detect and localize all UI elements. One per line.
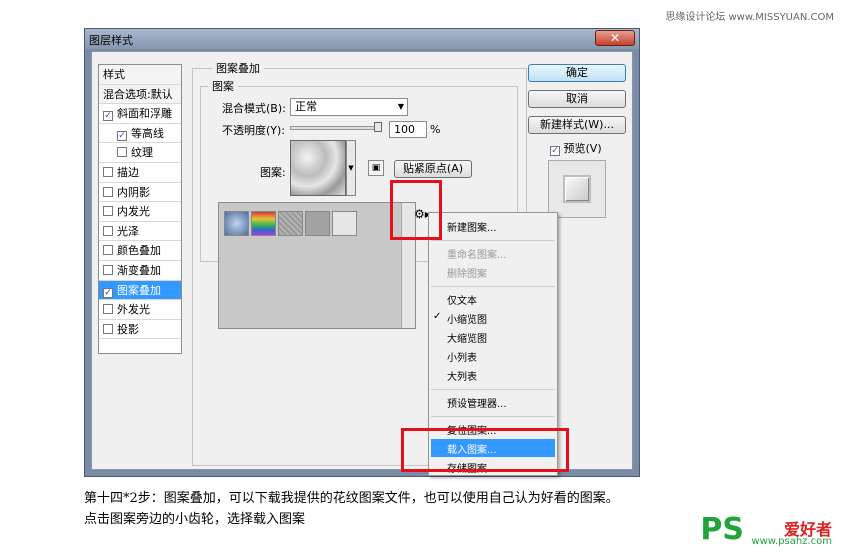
menu-item[interactable]: 大列表 <box>447 368 477 383</box>
style-item[interactable]: 渐变叠加 <box>99 261 181 281</box>
checkbox-checked-icon[interactable]: ✓ <box>103 111 113 122</box>
styles-list: 样式 混合选项:默认 ✓ 斜面和浮雕 ✓ 等高线纹理描边内阴影内发光光泽颜色叠加渐变叠… <box>98 64 182 354</box>
preview-checkbox[interactable]: ✓ 预览(V) <box>550 140 602 156</box>
style-item[interactable]: 外发光 <box>99 300 181 320</box>
checkbox-icon[interactable] <box>103 186 113 197</box>
blend-mode-select[interactable]: 正常 ▼ <box>290 98 408 116</box>
close-button[interactable]: ✕ <box>595 30 635 46</box>
chevron-down-icon: ▼ <box>397 102 404 111</box>
style-item[interactable]: 光泽 <box>99 222 181 242</box>
checkbox-icon[interactable] <box>103 166 113 177</box>
style-item-label: 颜色叠加 <box>117 244 161 258</box>
style-item[interactable]: 内阴影 <box>99 183 181 203</box>
pattern-swatch[interactable] <box>290 140 346 196</box>
style-item[interactable]: ✓ 斜面和浮雕 <box>99 104 181 124</box>
preview-shape <box>563 175 591 203</box>
opacity-input[interactable]: 100 <box>389 121 427 138</box>
style-item-label: 斜面和浮雕 <box>117 107 172 121</box>
menu-separator <box>431 286 555 287</box>
style-item[interactable]: 内发光 <box>99 202 181 222</box>
checkbox-icon[interactable] <box>103 304 113 315</box>
checkbox-icon[interactable] <box>103 206 113 217</box>
style-item[interactable]: 颜色叠加 <box>99 241 181 261</box>
style-item-label: 内发光 <box>117 205 150 219</box>
menu-item: 重命名图案... <box>447 250 507 261</box>
menu-item[interactable]: 新建图案... <box>447 219 497 234</box>
logo-ps: PS <box>700 512 744 547</box>
pattern-thumb-bubbles[interactable] <box>224 211 249 236</box>
pattern-thumb-texture[interactable] <box>278 211 303 236</box>
pattern-dropdown-button[interactable]: ▼ <box>346 140 356 196</box>
menu-item[interactable]: 小缩览图 <box>447 311 487 326</box>
pattern-label: 图案: <box>260 166 286 179</box>
caption-line-1: 第十四*2步：图案叠加，可以下载我提供的花纹图案文件，也可以使用自己认为好看的图… <box>84 491 619 506</box>
pattern-subgroup-title: 图案 <box>208 78 238 94</box>
style-item[interactable]: 纹理 <box>99 143 181 163</box>
style-item[interactable]: 描边 <box>99 163 181 183</box>
menu-separator <box>431 416 555 417</box>
site-logo: PS 爱好者 www.psahz.com <box>700 512 836 552</box>
preview-thumbnail <box>548 160 606 218</box>
checkbox-icon[interactable] <box>117 147 127 158</box>
opacity-label: 不透明度(Y): <box>222 124 286 137</box>
opacity-slider-thumb[interactable] <box>374 122 382 132</box>
style-item-label: 等高线 <box>131 126 164 140</box>
logo-url: www.psahz.com <box>751 536 832 547</box>
style-item-label: 内阴影 <box>117 185 150 199</box>
style-item[interactable]: ✓ 图案叠加 <box>99 280 181 301</box>
title-bar[interactable]: 图层样式 ✕ <box>85 29 639 49</box>
new-style-button[interactable]: 新建样式(W)... <box>528 116 626 134</box>
style-item-label: 描边 <box>117 165 139 179</box>
menu-separator <box>431 389 555 390</box>
load-pattern-highlight-box <box>401 428 569 472</box>
checkbox-icon[interactable] <box>103 264 113 275</box>
preview-check-icon: ✓ <box>550 146 560 156</box>
cancel-button[interactable]: 取消 <box>528 90 626 108</box>
style-item-label: 外发光 <box>117 303 150 317</box>
style-item-label: 投影 <box>117 322 139 336</box>
pattern-overlay-title: 图案叠加 <box>212 60 264 76</box>
style-item[interactable]: ✓ 等高线 <box>99 124 181 144</box>
checkbox-checked-icon[interactable]: ✓ <box>117 130 127 141</box>
style-item-label: 图案叠加 <box>117 283 161 297</box>
new-preset-icon[interactable]: ▣ <box>368 160 384 176</box>
opacity-slider[interactable] <box>290 126 382 130</box>
opacity-unit: % <box>430 123 441 136</box>
pattern-picker <box>218 202 416 329</box>
checkbox-icon[interactable] <box>103 225 113 236</box>
pattern-thumb-gray[interactable] <box>305 211 330 236</box>
menu-item[interactable]: 大缩览图 <box>447 330 487 345</box>
gear-highlight-box <box>390 180 442 240</box>
checkbox-checked-icon[interactable]: ✓ <box>103 287 113 298</box>
menu-item[interactable]: 仅文本 <box>447 292 477 307</box>
check-icon: ✓ <box>433 311 442 322</box>
dialog-title: 图层样式 <box>89 34 133 47</box>
checkbox-icon[interactable] <box>103 323 113 334</box>
style-item[interactable]: 投影 <box>99 320 181 340</box>
menu-item[interactable]: 预设管理器... <box>447 395 507 410</box>
style-item-label: 纹理 <box>131 146 153 160</box>
snap-to-origin-button[interactable]: 贴紧原点(A) <box>394 160 472 178</box>
style-item-label: 渐变叠加 <box>117 263 161 277</box>
styles-header[interactable]: 样式 <box>99 65 181 85</box>
pattern-thumb-light[interactable] <box>332 211 357 236</box>
ok-button[interactable]: 确定 <box>528 64 626 82</box>
page: 思缘设计论坛 www.MISSYUAN.COM 图层样式 ✕ 样式 混合选项:默… <box>0 0 844 560</box>
blending-options-item[interactable]: 混合选项:默认 <box>99 84 181 105</box>
menu-item: 删除图案 <box>447 269 487 280</box>
site-watermark: 思缘设计论坛 www.MISSYUAN.COM <box>665 12 834 23</box>
menu-item[interactable]: 小列表 <box>447 349 477 364</box>
style-item-label: 光泽 <box>117 224 139 238</box>
blend-mode-label: 混合模式(B): <box>222 102 286 115</box>
preview-label: 预览(V) <box>563 142 602 155</box>
blend-mode-value: 正常 <box>295 100 317 113</box>
checkbox-icon[interactable] <box>103 245 113 256</box>
pattern-thumb-rainbow[interactable] <box>251 211 276 236</box>
menu-separator <box>431 240 555 241</box>
